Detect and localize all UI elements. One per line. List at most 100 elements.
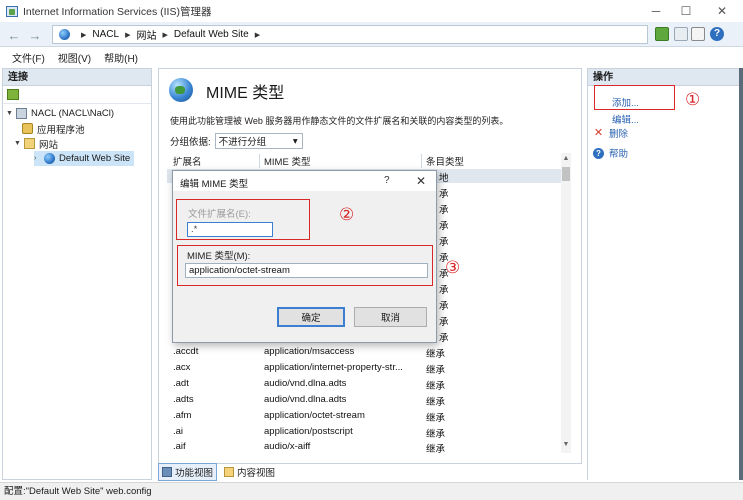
menu-file[interactable]: 文件(F) [12, 50, 45, 65]
actions-panel: 操作 添加... 编辑... ✕ 删除 ? 帮助 [587, 68, 743, 480]
globe-icon [59, 29, 70, 40]
globe-icon [44, 153, 55, 164]
breadcrumb-sites[interactable]: 网站 [136, 27, 156, 42]
table-row-ext[interactable]: .accdt [173, 346, 198, 361]
tree-item-default-web-site[interactable]: › Default Web Site [34, 151, 135, 166]
chevron-right-icon: ▶ [254, 31, 261, 39]
connect-icon[interactable] [7, 89, 19, 100]
tab-content-view[interactable]: 内容视图 [221, 464, 278, 480]
annotation-box-extension [176, 199, 310, 240]
home-icon[interactable] [691, 27, 705, 41]
page-description: 使用此功能管理被 Web 服务器用作静态文件的文件扩展名和关联的内容类型的列表。 [170, 116, 509, 126]
entry-type-cell: 承 [439, 221, 449, 232]
vertical-scrollbar[interactable]: ▲ ▼ [561, 153, 571, 453]
help-icon: ? [593, 147, 604, 159]
table-row-ext[interactable]: .ai [173, 426, 183, 441]
table-row-ext[interactable]: .afm [173, 410, 191, 425]
ok-button[interactable]: 确定 [277, 307, 345, 327]
tree-item-label: NACL (NACL\NaCl) [31, 108, 115, 119]
chevron-right-icon: ▶ [125, 31, 131, 39]
tree-item-app-pools[interactable]: 应用程序池 [22, 121, 85, 136]
table-row-type: 继承 [426, 413, 446, 424]
entry-type-cell: 承 [439, 301, 449, 312]
action-label: 编辑... [612, 115, 639, 126]
entry-type-cell: 承 [439, 205, 449, 216]
annotation-number-3: ③ [445, 258, 461, 278]
entry-type-cell: 承 [439, 317, 449, 328]
table-row-type: 继承 [426, 429, 446, 440]
back-arrow-icon[interactable]: ← [5, 26, 23, 44]
table-row-ext[interactable]: .adts [173, 394, 194, 409]
address-bar: ← → ▶ NACL ▶ 网站 ▶ Default Web Site ▶ ? [0, 22, 743, 47]
table-row-mime: audio/x-aiff [264, 441, 311, 452]
table-row-mime: audio/vnd.dlna.adts [264, 394, 347, 405]
tab-label: 内容视图 [237, 468, 276, 479]
view-tabs: 功能视图 内容视图 [158, 463, 582, 481]
table-row-type: 继承 [426, 397, 446, 408]
dialog-title: 编辑 MIME 类型 [180, 179, 249, 190]
column-divider[interactable] [259, 154, 260, 168]
action-delete[interactable]: ✕ 删除 [593, 126, 628, 140]
column-header-extension[interactable]: 扩展名 [173, 154, 202, 168]
entry-type-cell: 承 [439, 189, 449, 200]
expand-icon[interactable]: ▼ [6, 110, 14, 117]
table-row-ext[interactable]: .acx [173, 362, 190, 377]
scroll-up-icon[interactable]: ▲ [562, 155, 570, 162]
content-view-icon [224, 467, 235, 477]
cancel-button[interactable]: 取消 [354, 307, 427, 327]
group-by-select[interactable]: 不进行分组 ▾ [214, 133, 303, 149]
table-row-type: 继承 [426, 444, 446, 455]
table-row-type: 继承 [426, 349, 446, 360]
table-row-mime: application/postscript [264, 426, 353, 437]
tree-item-label: 应用程序池 [37, 124, 85, 136]
window-title: Internet Information Services (IIS)管理器 [23, 5, 212, 18]
menu-bar: 文件(F) 视图(V) 帮助(H) [0, 47, 743, 67]
table-row-type: 继承 [426, 365, 446, 376]
tree-item-label: 网站 [39, 139, 59, 151]
dialog-close-button[interactable]: ✕ [416, 174, 426, 188]
table-row-mime: application/octet-stream [264, 410, 365, 421]
table-row-ext[interactable]: .aif [173, 441, 186, 456]
chevron-right-icon[interactable]: › [34, 155, 42, 162]
maximize-button[interactable]: ☐ [669, 0, 703, 22]
table-row-mime: application/internet-property-str... [264, 362, 403, 373]
scrollbar-thumb[interactable] [562, 167, 570, 181]
menu-view[interactable]: 视图(V) [58, 50, 91, 65]
expand-icon[interactable]: ▼ [14, 140, 22, 147]
scroll-down-icon[interactable]: ▼ [562, 441, 570, 448]
table-row-ext[interactable]: .adt [173, 378, 189, 393]
menu-help[interactable]: 帮助(H) [104, 50, 138, 65]
delete-icon: ✕ [593, 126, 604, 139]
close-button[interactable]: ✕ [705, 0, 739, 22]
connections-toolbar [3, 86, 151, 104]
column-divider[interactable] [421, 154, 422, 168]
stop-icon[interactable] [674, 27, 688, 41]
action-edit[interactable]: 编辑... [612, 112, 639, 126]
forward-arrow-icon[interactable]: → [26, 26, 44, 44]
action-help[interactable]: ? 帮助 [593, 146, 628, 160]
breadcrumb[interactable]: ▶ NACL ▶ 网站 ▶ Default Web Site ▶ [52, 25, 648, 44]
tree-item-server[interactable]: ▼ NACL (NACL\NaCl) [6, 106, 114, 121]
minimize-button[interactable]: ─ [639, 0, 673, 22]
breadcrumb-nacl[interactable]: NACL [92, 29, 119, 40]
refresh-icon[interactable] [655, 27, 669, 41]
chevron-right-icon: ▶ [81, 31, 87, 39]
mime-globe-icon [169, 78, 193, 102]
dialog-titlebar: 编辑 MIME 类型 ? ✕ [173, 171, 436, 191]
column-header-entry-type[interactable]: 条目类型 [426, 154, 464, 168]
annotation-box-mime-type [177, 245, 433, 286]
column-header-mime-type[interactable]: MIME 类型 [264, 154, 310, 168]
iis-app-icon [6, 5, 18, 17]
tab-features-view[interactable]: 功能视图 [158, 463, 218, 481]
breadcrumb-default-web-site[interactable]: Default Web Site [174, 29, 249, 40]
help-icon[interactable]: ? [710, 27, 724, 41]
entry-type-cell: 承 [439, 237, 449, 248]
entry-type-cell: 承 [439, 285, 449, 296]
action-label: 帮助 [609, 149, 629, 160]
tree-item-sites[interactable]: ▼ 网站 [14, 136, 58, 151]
page-title: MIME 类型 [206, 85, 285, 102]
dialog-help-button[interactable]: ? [384, 175, 390, 186]
entry-type-cell: 承 [439, 333, 449, 344]
table-row-type: 继承 [426, 381, 446, 392]
group-by-label: 分组依据: [170, 137, 211, 148]
